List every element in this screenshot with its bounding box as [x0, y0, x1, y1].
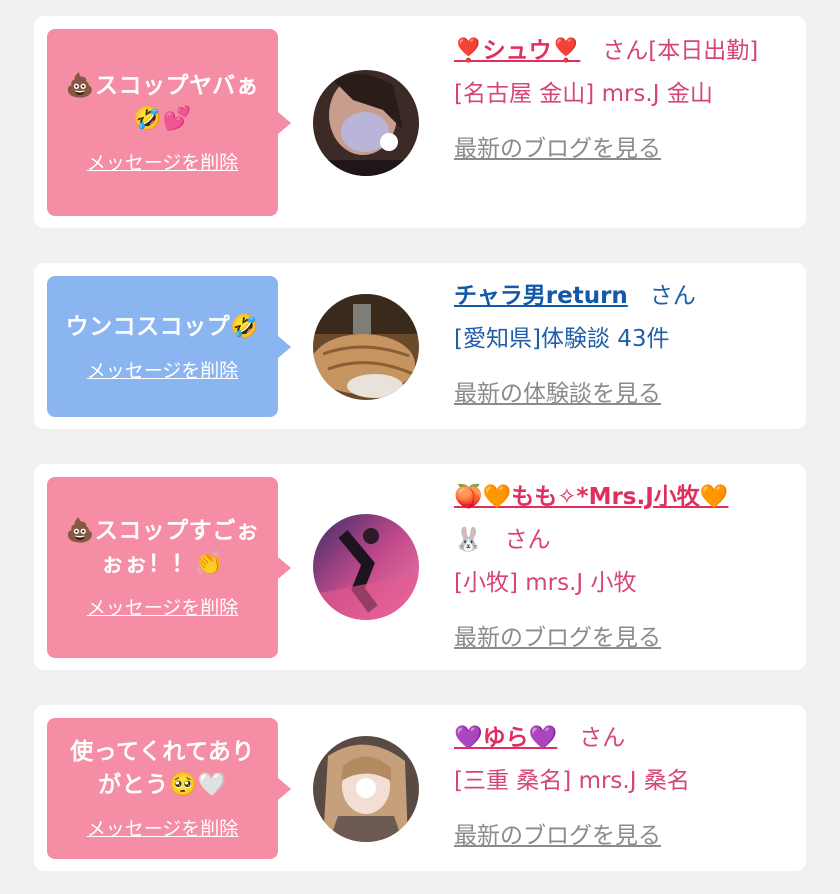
sender-name-link[interactable]: チャラ男return	[454, 283, 628, 309]
avatar[interactable]	[313, 70, 419, 176]
honorific: さん	[602, 38, 649, 64]
status-text: [本日出勤]	[648, 38, 759, 64]
location-text: [名古屋 金山] mrs.J 金山	[454, 81, 713, 107]
message-text: 💩スコップヤバぁ 🤣💕	[65, 73, 260, 132]
location-text: [愛知県]体験談 43件	[454, 326, 670, 352]
sender-name-link[interactable]: 💜ゆら💜	[454, 725, 557, 751]
message-text: ウンコスコップ🤣	[65, 313, 260, 340]
message-bubble: 使ってくれてあり がとう🥺🤍 メッセージを削除	[47, 718, 291, 859]
message-card: 💩スコップヤバぁ 🤣💕 メッセージを削除 ❣️シュウ❣️ さん[本日出勤] [名古…	[34, 16, 806, 228]
delete-message-link[interactable]: メッセージを削除	[87, 593, 239, 620]
delete-message-link[interactable]: メッセージを削除	[87, 814, 239, 841]
honorific: さん	[649, 283, 696, 309]
latest-blog-link[interactable]: 最新のブログを見る	[454, 128, 789, 171]
sender-name-link[interactable]: ❣️シュウ❣️	[454, 38, 580, 64]
sender-info: チャラ男return さん [愛知県]体験談 43件 最新の体験談を見る	[454, 275, 789, 416]
honorific: さん	[504, 527, 551, 553]
avatar[interactable]	[313, 736, 419, 842]
latest-review-link[interactable]: 最新の体験談を見る	[454, 373, 789, 416]
delete-message-link[interactable]: メッセージを削除	[87, 148, 239, 175]
avatar[interactable]	[313, 294, 419, 400]
sender-info: 🍑🧡もも✧*Mrs.J小牧🧡 🐰 さん [小牧] mrs.J 小牧 最新のブログを…	[454, 476, 789, 660]
latest-blog-link[interactable]: 最新のブログを見る	[454, 617, 789, 660]
latest-blog-link[interactable]: 最新のブログを見る	[454, 815, 789, 858]
delete-message-link[interactable]: メッセージを削除	[87, 356, 239, 383]
message-bubble: ウンコスコップ🤣 メッセージを削除	[47, 276, 291, 417]
message-text: 使ってくれてあり がとう🥺🤍	[70, 739, 255, 798]
sender-name-link[interactable]: 🍑🧡もも✧*Mrs.J小牧🧡	[454, 484, 728, 510]
sender-info: ❣️シュウ❣️ さん[本日出勤] [名古屋 金山] mrs.J 金山 最新のブログ…	[454, 30, 789, 171]
message-bubble: 💩スコップヤバぁ 🤣💕 メッセージを削除	[47, 29, 291, 216]
honorific: さん	[579, 725, 626, 751]
message-card: 使ってくれてあり がとう🥺🤍 メッセージを削除 💜ゆら💜 さん [三重 桑名] m…	[34, 705, 806, 871]
sender-info: 💜ゆら💜 さん [三重 桑名] mrs.J 桑名 最新のブログを見る	[454, 717, 789, 858]
message-text: 💩スコップすごぉ ぉぉ！！👏	[65, 518, 260, 577]
location-text: [三重 桑名] mrs.J 桑名	[454, 768, 690, 794]
message-card: ウンコスコップ🤣 メッセージを削除 チャラ男return さん [愛知県]体験談 …	[34, 263, 806, 429]
avatar[interactable]	[313, 514, 419, 620]
message-bubble: 💩スコップすごぉ ぉぉ！！👏 メッセージを削除	[47, 477, 291, 658]
name-suffix-emoji: 🐰	[454, 527, 483, 553]
location-text: [小牧] mrs.J 小牧	[454, 570, 637, 596]
message-card: 💩スコップすごぉ ぉぉ！！👏 メッセージを削除 🍑🧡もも✧*Mrs.J小牧🧡 🐰…	[34, 464, 806, 670]
